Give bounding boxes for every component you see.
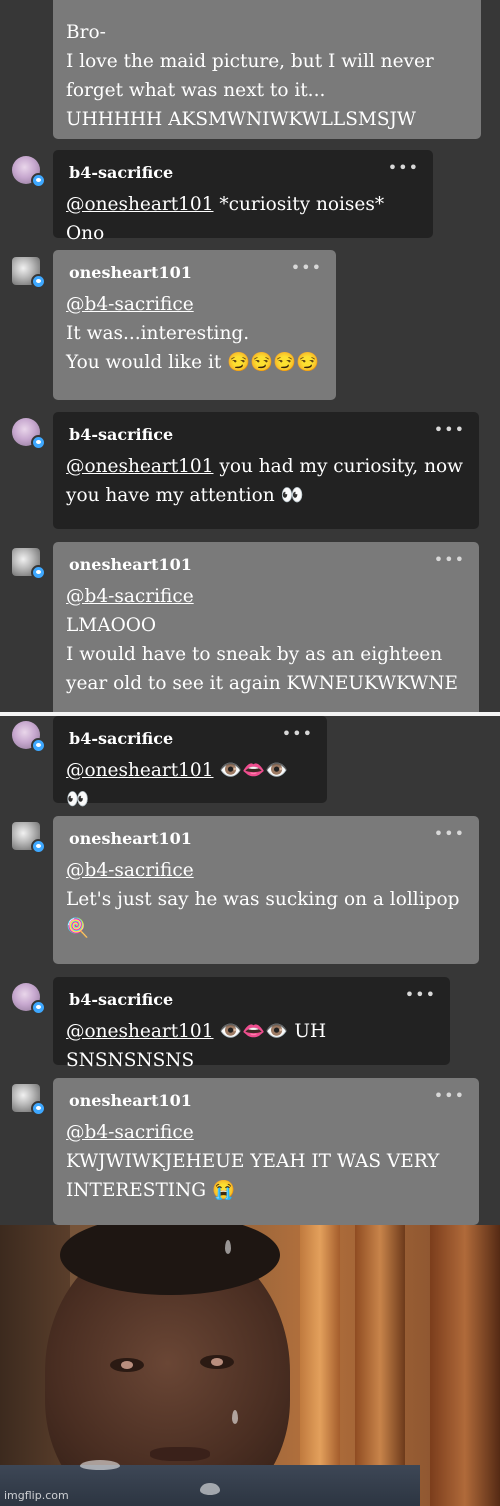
username[interactable]: b4-sacrifice [66,162,420,184]
username[interactable]: b4-sacrifice [66,424,466,446]
avatar[interactable] [12,257,46,289]
more-options-icon[interactable]: ••• [282,724,313,743]
message-text: @onesheart101 👁️👄👁️ 👀 [66,760,289,810]
username[interactable]: onesheart101 [66,828,466,850]
avatar[interactable] [12,822,46,854]
mention-link[interactable]: @b4-sacrifice [66,860,194,881]
avatar[interactable] [12,156,46,188]
username[interactable]: b4-sacrifice [66,989,437,1011]
sweating-man-reaction-image: imgflip.com [0,1225,500,1506]
more-options-icon[interactable]: ••• [388,158,419,177]
verified-badge-icon [31,1101,46,1116]
mention-link[interactable]: @onesheart101 [66,194,213,215]
message-text: @b4-sacrifice LMAOOO I would have to sne… [66,586,459,694]
verified-badge-icon [31,839,46,854]
verified-badge-icon [31,1000,46,1015]
username[interactable]: onesheart101 [66,554,466,576]
message-bubble: b4-sacrifice ••• @onesheart101 👁️👄👁️ 👀 [53,716,327,810]
more-options-icon[interactable]: ••• [291,258,322,277]
watermark: imgflip.com [4,1489,69,1502]
username[interactable]: onesheart101 [66,262,323,284]
chat-panel-bottom: b4-sacrifice ••• @onesheart101 👁️👄👁️ 👀 o… [0,716,500,1225]
avatar[interactable] [12,1084,46,1116]
message-bubble: b4-sacrifice ••• @onesheart101 👁️👄👁️ UH … [53,977,450,1071]
more-options-icon[interactable]: ••• [434,550,465,569]
message-text: @onesheart101 👁️👄👁️ UH SNSNSNSNS [66,1021,327,1071]
avatar[interactable] [12,418,46,450]
message-text: @b4-sacrifice It was...interesting. You … [66,294,320,373]
message-bubble: b4-sacrifice ••• @onesheart101 you had m… [53,412,479,529]
avatar[interactable] [12,983,46,1015]
verified-badge-icon [31,173,46,188]
message-bubble: onesheart101 ••• @b4-sacrifice Let's jus… [53,816,479,964]
mention-link[interactable]: @b4-sacrifice [66,1122,194,1143]
chat-panel-top: Bro- I love the maid picture, but I will… [0,0,500,712]
message-bubble: onesheart101 ••• @b4-sacrifice It was...… [53,250,336,400]
more-options-icon[interactable]: ••• [405,985,436,1004]
message-text: @b4-sacrifice KWJWIWKJEHEUE YEAH IT WAS … [66,1122,440,1201]
more-options-icon[interactable]: ••• [434,1086,465,1105]
mention-link[interactable]: @b4-sacrifice [66,586,194,607]
message-text: @b4-sacrifice Let's just say he was suck… [66,860,460,939]
verified-badge-icon [31,274,46,289]
verified-badge-icon [31,565,46,580]
more-options-icon[interactable]: ••• [434,824,465,843]
verified-badge-icon [31,738,46,753]
avatar[interactable] [12,721,46,753]
avatar[interactable] [12,548,46,580]
message-text: @onesheart101 *curiosity noises* Ono [66,194,385,244]
mention-link[interactable]: @onesheart101 [66,456,213,477]
username[interactable]: onesheart101 [66,1090,466,1112]
message-bubble: onesheart101 ••• @b4-sacrifice LMAOOO I … [53,542,479,712]
message-bubble: b4-sacrifice ••• @onesheart101 *curiosit… [53,150,433,244]
message-text: @onesheart101 you had my curiosity, now … [66,456,463,506]
mention-link[interactable]: @b4-sacrifice [66,294,194,315]
message-text: Bro- I love the maid picture, but I will… [66,22,434,130]
verified-badge-icon [31,435,46,450]
mention-link[interactable]: @onesheart101 [66,760,213,781]
more-options-icon[interactable]: ••• [434,420,465,439]
message-bubble: Bro- I love the maid picture, but I will… [53,0,481,139]
username[interactable]: b4-sacrifice [66,728,314,750]
mention-link[interactable]: @onesheart101 [66,1021,213,1042]
message-bubble: onesheart101 ••• @b4-sacrifice KWJWIWKJE… [53,1078,479,1225]
